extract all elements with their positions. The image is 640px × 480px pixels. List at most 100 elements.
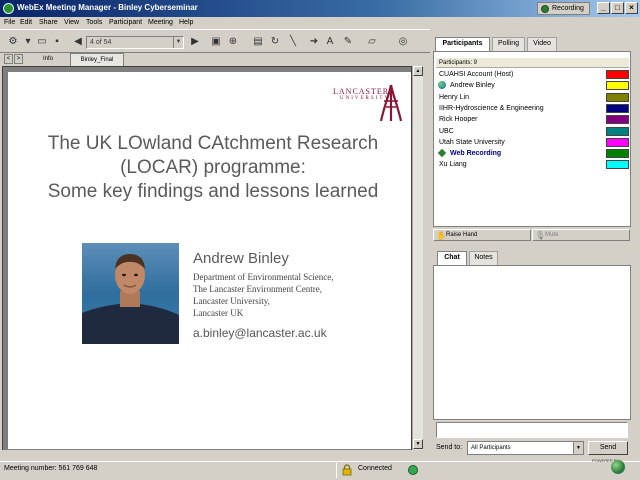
share-options-icon[interactable]: ⚙ (7, 36, 19, 48)
recording-label: Recording (552, 5, 584, 12)
participant-row[interactable]: IIHR-Hydroscience & Engineering (436, 103, 631, 114)
participant-row[interactable]: Andrew Binley (436, 80, 631, 91)
open-folder-icon[interactable]: ▾ (22, 36, 34, 48)
menu-help[interactable]: Help (179, 17, 193, 28)
affiliation-line: Department of Environmental Science, (193, 272, 334, 282)
slide-vertical-scrollbar[interactable]: ▲ ▼ (412, 66, 423, 450)
participant-name: Andrew Binley (450, 82, 495, 90)
participant-row[interactable]: CUAHSI Account (Host) (436, 69, 631, 80)
presenter-photo (82, 243, 179, 344)
tab-scroll-right-icon[interactable]: > (14, 54, 23, 64)
microphone-icon: 🎙 (535, 231, 546, 240)
document-tabs: < > Info Binley_Final (0, 53, 430, 66)
menu-meeting[interactable]: Meeting (148, 17, 173, 28)
menu-participant[interactable]: Participant (109, 17, 142, 28)
tab-binley-final[interactable]: Binley_Final (70, 53, 124, 66)
tab-info[interactable]: Info (28, 53, 68, 66)
lock-icon (342, 464, 352, 476)
window-title: WebEx Meeting Manager - Binley Cybersemi… (17, 3, 198, 12)
webex-app-icon (3, 3, 14, 14)
menu-view[interactable]: View (64, 17, 79, 28)
participant-color-swatch (606, 70, 629, 79)
menu-edit[interactable]: Edit (20, 17, 32, 28)
zoom-icon[interactable]: ⊕ (227, 36, 239, 48)
save-icon[interactable]: ▪ (51, 36, 63, 48)
raise-hand-button[interactable]: ✋ Raise Hand (433, 229, 531, 241)
scroll-down-icon[interactable]: ▼ (413, 439, 423, 449)
text-tool-icon[interactable]: A (324, 36, 336, 48)
slide: LANCASTER UNIVERSITY The UK LOwland CAtc… (8, 72, 411, 449)
previous-page-icon[interactable]: ◀ (72, 36, 84, 48)
open-file-icon[interactable]: ▭ (36, 36, 48, 48)
menu-tools[interactable]: Tools (86, 17, 102, 28)
participant-color-swatch (606, 137, 629, 147)
participant-name: Utah State University (439, 138, 505, 146)
next-page-icon[interactable]: ▶ (189, 36, 201, 48)
participants-panel: Participants: 9 CUAHSI Account (Host) And… (433, 51, 631, 227)
page-selector[interactable]: 4 of 54 ▼ (86, 36, 184, 49)
maximize-button[interactable]: □ (611, 2, 624, 14)
lancaster-logo-icon (380, 84, 402, 122)
slide-horizontal-scrollbar[interactable] (2, 450, 423, 459)
tab-polling[interactable]: Polling (492, 37, 525, 51)
page-indicator: 4 of 54 (90, 39, 112, 46)
slide-title-line-1: The UK LOwland CAtchment Research (47, 133, 379, 154)
tab-scroll-left-icon[interactable]: < (4, 54, 13, 64)
affiliation-line: Lancaster University, (193, 296, 270, 306)
slide-title: The UK LOwland CAtchment Research (LOCAR… (28, 132, 398, 204)
participant-color-swatch (606, 149, 629, 159)
chat-input[interactable] (436, 422, 628, 438)
participant-count: Participants: 9 (436, 58, 629, 68)
scroll-up-icon[interactable]: ▲ (413, 66, 423, 76)
tab-participants[interactable]: Participants (435, 37, 490, 51)
participant-row[interactable]: Xu Liang (436, 159, 631, 170)
participant-color-swatch (606, 160, 629, 170)
globe-icon (438, 81, 446, 90)
mute-label: Mute (545, 232, 559, 238)
slide-title-line-3: Some key findings and lessons learned (47, 181, 379, 202)
participant-name: Rick Hooper (439, 116, 478, 124)
affiliation-line: The Lancaster Environment Centre, (193, 284, 322, 294)
minimize-button[interactable]: _ (597, 2, 610, 14)
tab-video[interactable]: Video (527, 37, 557, 51)
mute-button[interactable]: 🎙 Mute (532, 229, 630, 241)
rotate-icon[interactable]: ↻ (269, 36, 281, 48)
affiliation-line: Lancaster UK (193, 308, 244, 318)
recording-indicator[interactable]: Recording (537, 2, 590, 15)
send-to-label: Send to: (436, 444, 463, 451)
eraser-icon[interactable]: ▱ (366, 36, 378, 48)
sync-display-icon[interactable]: ▣ (210, 36, 222, 48)
participant-actions: ✋ Raise Hand 🎙 Mute (433, 229, 631, 242)
menu-file[interactable]: File (4, 17, 15, 28)
meeting-number: Meeting number: 561 769 648 (4, 465, 98, 472)
participant-row[interactable]: Utah State University (436, 137, 631, 148)
pen-icon[interactable]: ✎ (342, 36, 354, 48)
line-tool-icon[interactable]: ╲ (287, 36, 299, 48)
participant-name: UBC (439, 127, 454, 135)
diamond-icon (437, 148, 447, 158)
participant-row[interactable]: UBC (436, 126, 631, 137)
participant-name: Xu Liang (439, 161, 467, 169)
pointer-icon[interactable]: ➜ (308, 36, 320, 48)
chat-history (433, 265, 631, 420)
tab-chat[interactable]: Chat (437, 251, 467, 265)
title-bar: WebEx Meeting Manager - Binley Cybersemi… (0, 0, 640, 17)
menu-share[interactable]: Share (39, 17, 58, 28)
participant-row[interactable]: Web Recording (436, 148, 631, 159)
connection-indicator-icon (408, 465, 418, 475)
participant-row[interactable]: Rick Hooper (436, 114, 631, 125)
presenter-affiliation: Department of Environmental Science, The… (193, 271, 333, 319)
webex-ball-icon (611, 460, 625, 474)
fit-page-icon[interactable]: ▤ (252, 36, 264, 48)
participant-color-swatch (606, 92, 629, 102)
tab-notes[interactable]: Notes (469, 251, 498, 265)
send-to-select[interactable]: All Participants ▼ (467, 441, 584, 455)
participant-row[interactable]: Henry Lin (436, 92, 631, 103)
connection-status: Connected (358, 465, 392, 472)
close-button[interactable]: × (625, 2, 638, 14)
hand-icon: ✋ (436, 231, 446, 240)
send-button[interactable]: Send (588, 441, 628, 455)
participant-name: IIHR-Hydroscience & Engineering (439, 104, 544, 112)
annotation-color-icon[interactable]: ◎ (397, 36, 409, 48)
recording-dot-icon (541, 5, 549, 13)
